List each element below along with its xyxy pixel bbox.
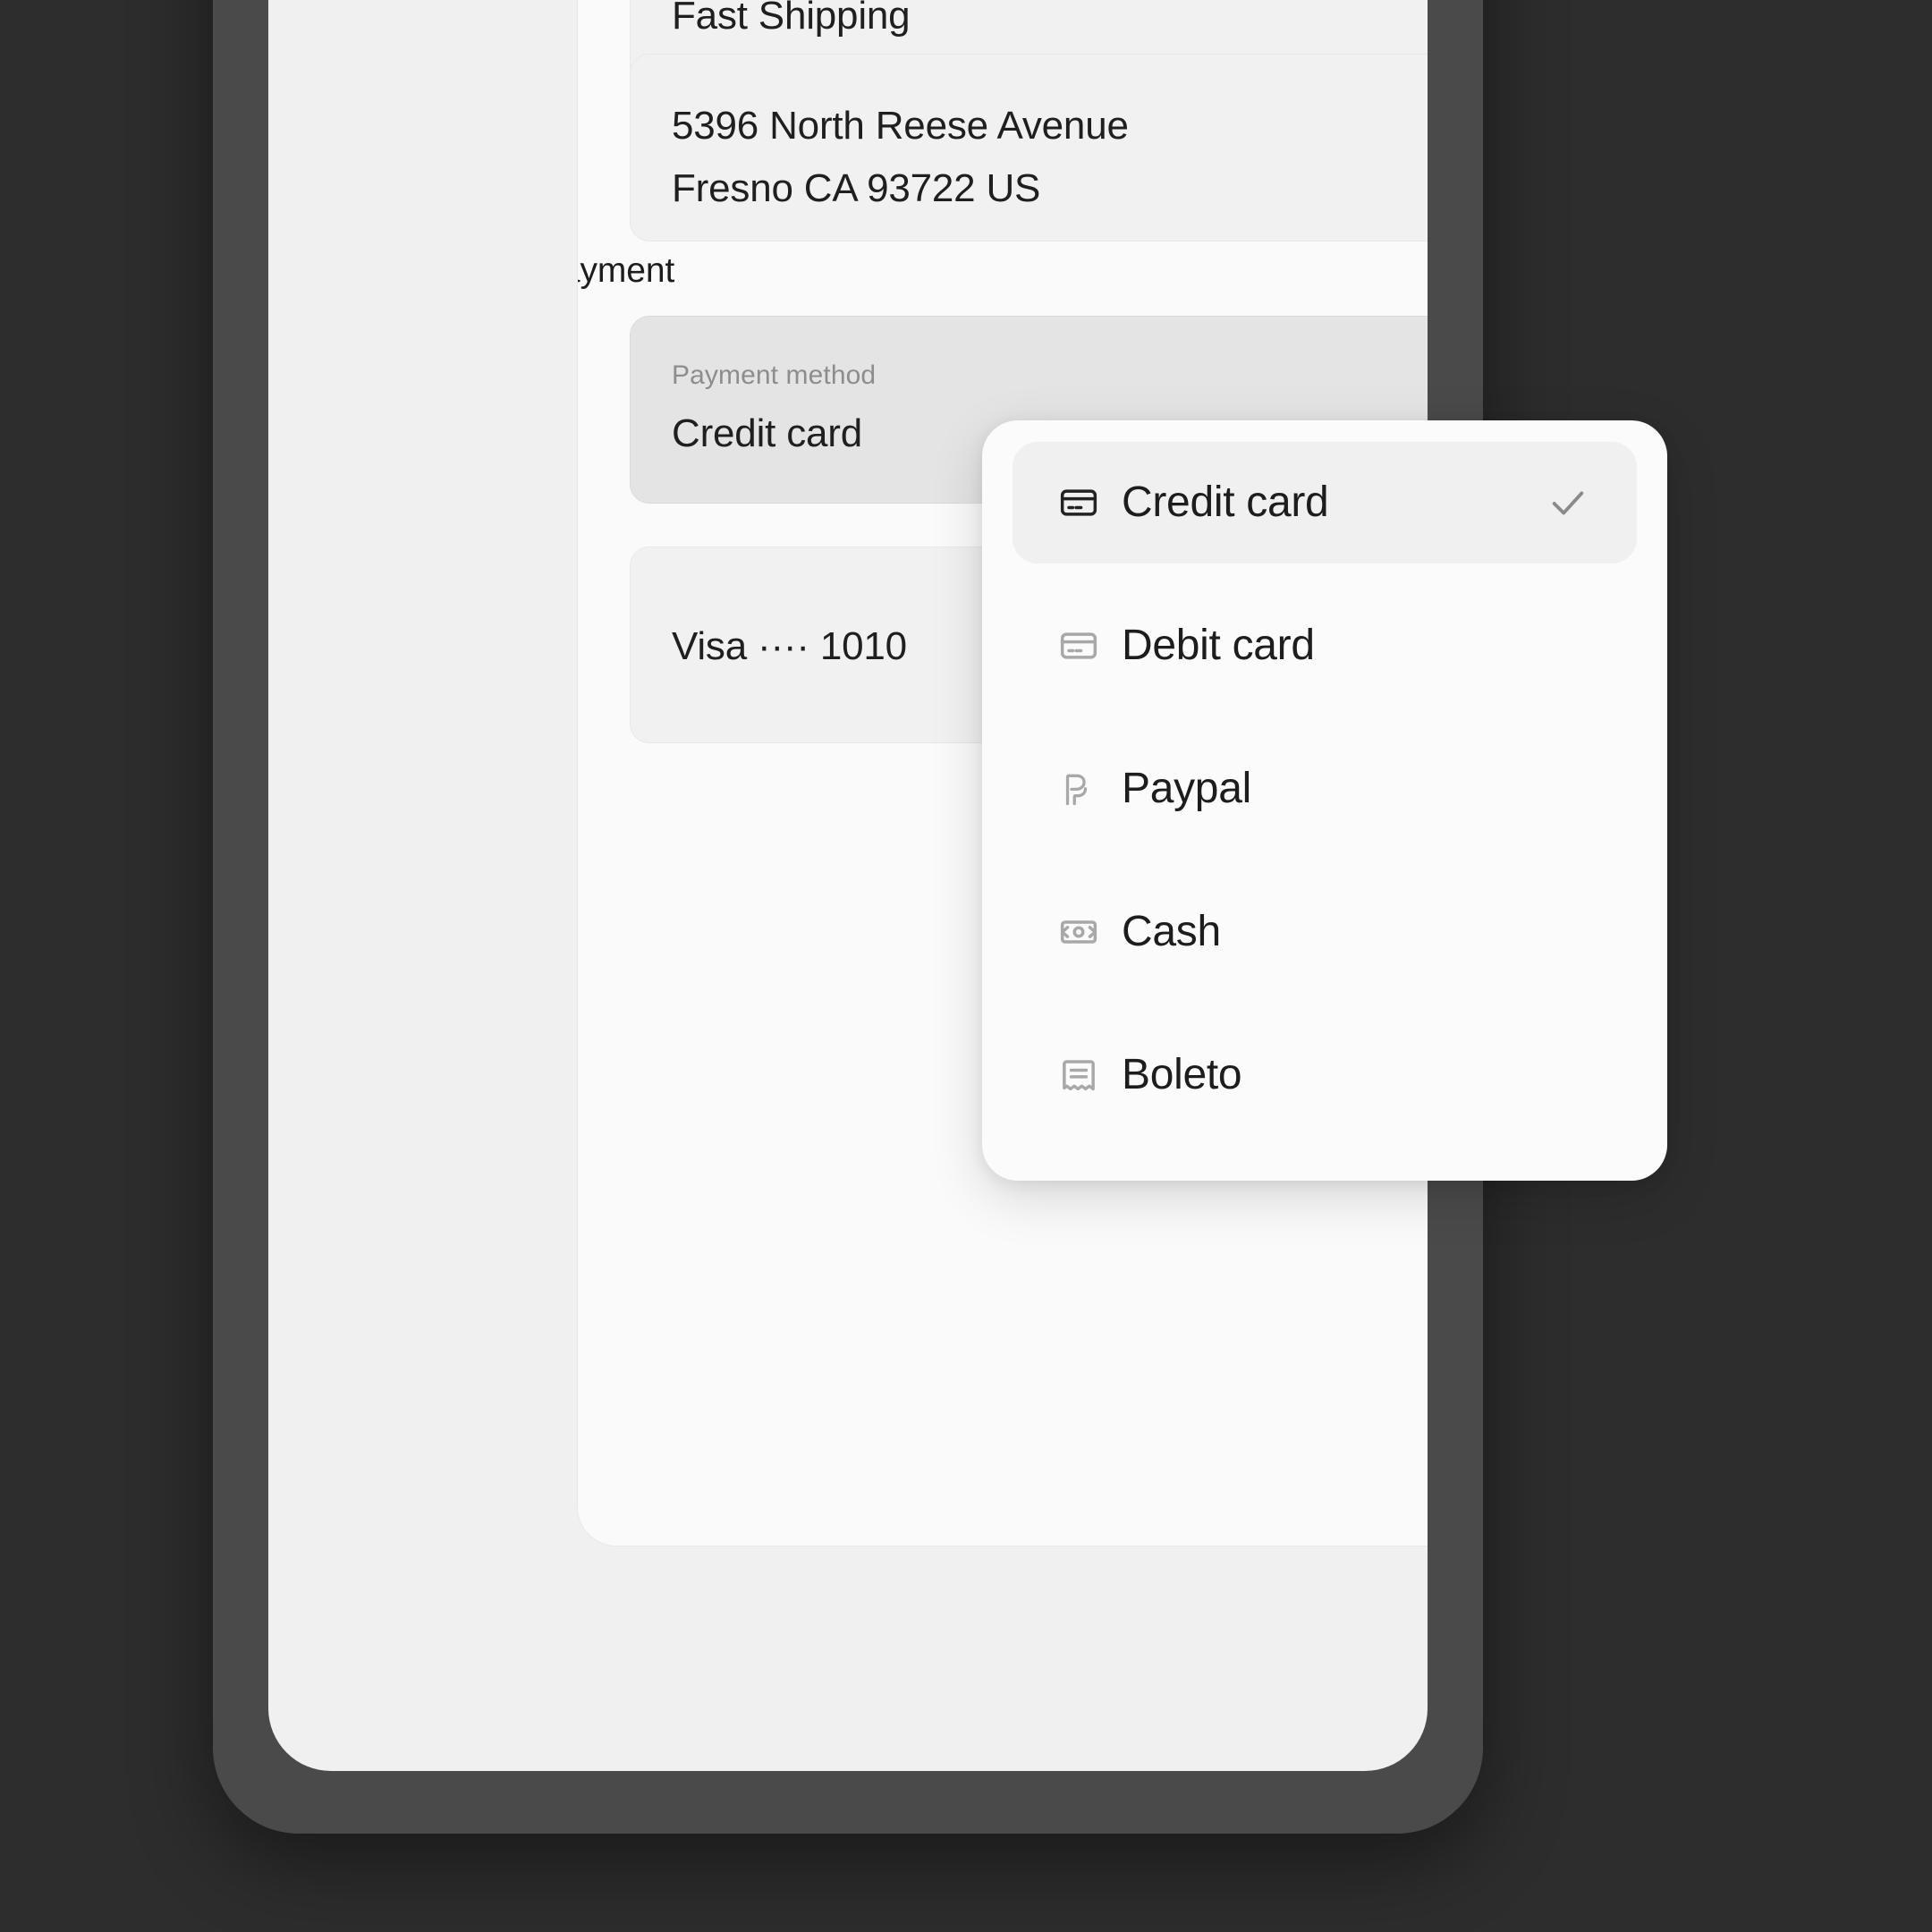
saved-card-label: Visa ···· 1010	[672, 624, 907, 668]
dropdown-option-debit-card[interactable]: Debit card	[1013, 585, 1637, 707]
dropdown-option-label: Boleto	[1122, 1051, 1242, 1098]
section-heading-payment: Payment	[578, 251, 675, 290]
dropdown-option-label: Paypal	[1122, 765, 1251, 812]
dropdown-option-credit-card[interactable]: Credit card	[1013, 442, 1637, 564]
screenshot-root: Eco-Friendly Bath Essentials Box Frequen…	[0, 0, 1932, 1932]
banknote-icon	[1059, 912, 1098, 952]
dropdown-option-boleto[interactable]: Boleto	[1013, 1014, 1637, 1136]
dropdown-option-label: Credit card	[1122, 479, 1329, 526]
payment-method-value: Credit card	[672, 411, 862, 455]
paypal-icon	[1059, 769, 1098, 809]
credit-card-icon	[1059, 483, 1098, 522]
dropdown-option-paypal[interactable]: Paypal	[1013, 728, 1637, 850]
delivery-address-field[interactable]: 5396 North Reese Avenue Fresno CA 93722 …	[630, 54, 1428, 242]
check-icon	[1547, 482, 1589, 523]
delivery-method-value: Fast Shipping	[672, 0, 911, 38]
dropdown-option-label: Debit card	[1122, 622, 1315, 669]
payment-method-dropdown[interactable]: Credit card Debit card Paypal Cash Bolet…	[982, 420, 1667, 1181]
address-line-1: 5396 North Reese Avenue	[672, 104, 1129, 148]
debit-card-icon	[1059, 626, 1098, 665]
receipt-icon	[1059, 1055, 1098, 1095]
dropdown-option-label: Cash	[1122, 908, 1221, 955]
dropdown-option-cash[interactable]: Cash	[1013, 871, 1637, 993]
payment-method-label: Payment method	[672, 360, 877, 390]
address-line-2: Fresno CA 93722 US	[672, 166, 1041, 210]
